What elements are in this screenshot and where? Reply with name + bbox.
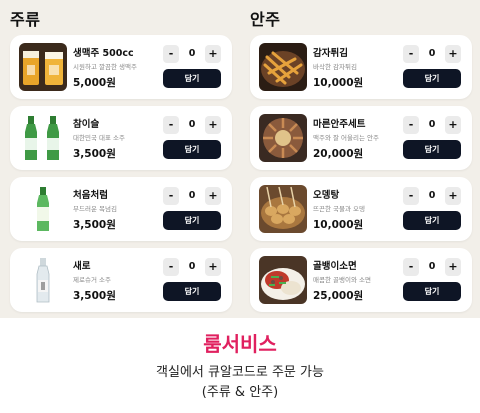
quantity-stepper: - 0 + [163, 45, 221, 63]
increase-button[interactable]: + [445, 45, 461, 63]
item-name: 생맥주 500cc [73, 48, 134, 59]
item-description: 바삭한 감자튀김 [313, 63, 357, 71]
quantity-value: 0 [188, 261, 196, 272]
quantity-value: 0 [428, 190, 436, 201]
item-price: 20,000원 [313, 148, 364, 160]
item-price: 10,000원 [313, 219, 364, 231]
menu-card: 마른안주세트 맥주와 잘 어울리는 안주 20,000원 - 0 + 담기 [250, 106, 472, 170]
qr-order-caption: 객실에서 큐알코드로 주문 가능 [156, 365, 324, 380]
item-description: 뜨끈한 국물과 오뎅 [313, 205, 365, 213]
menu-card: 처음처럼 부드러운 목넘김 3,500원 - 0 + 담기 [10, 177, 232, 241]
item-price: 5,000원 [73, 77, 116, 89]
category-caption: (주류 & 안주) [201, 385, 279, 400]
fishcake-soup-icon [259, 185, 307, 233]
item-name: 골뱅이소면 [313, 261, 357, 272]
add-to-cart-button[interactable]: 담기 [403, 69, 461, 88]
decrease-button[interactable]: - [403, 258, 419, 276]
item-description: 시원하고 깔끔한 생맥주 [73, 63, 137, 71]
add-to-cart-button[interactable]: 담기 [403, 140, 461, 159]
quantity-stepper: - 0 + [403, 258, 461, 276]
increase-button[interactable]: + [445, 187, 461, 205]
item-description: 매콤한 골뱅이와 소면 [313, 276, 371, 284]
item-description: 제로슈거 소주 [73, 276, 111, 284]
quantity-value: 0 [188, 48, 196, 59]
quantity-value: 0 [428, 119, 436, 130]
quantity-stepper: - 0 + [163, 187, 221, 205]
soju-bottle-icon [19, 114, 67, 162]
clear-bottle-icon [19, 256, 67, 304]
item-price: 3,500원 [73, 290, 116, 302]
menu-card: 생맥주 500cc 시원하고 깔끔한 생맥주 5,000원 - 0 + 담기 [10, 35, 232, 99]
room-service-title: 룸서비스 [203, 332, 277, 356]
quantity-value: 0 [428, 48, 436, 59]
add-to-cart-button[interactable]: 담기 [163, 211, 221, 230]
add-to-cart-button[interactable]: 담기 [163, 69, 221, 88]
menu-card: 골뱅이소면 매콤한 골뱅이와 소면 25,000원 - 0 + 담기 [250, 248, 472, 312]
quantity-value: 0 [188, 190, 196, 201]
item-price: 3,500원 [73, 148, 116, 160]
decrease-button[interactable]: - [403, 187, 419, 205]
add-to-cart-button[interactable]: 담기 [163, 282, 221, 301]
item-price: 3,500원 [73, 219, 116, 231]
item-price: 10,000원 [313, 77, 364, 89]
noodle-dish-icon [259, 256, 307, 304]
decrease-button[interactable]: - [163, 45, 179, 63]
quantity-stepper: - 0 + [403, 45, 461, 63]
quantity-stepper: - 0 + [163, 258, 221, 276]
snacks-section-title: 안주 [250, 10, 281, 29]
increase-button[interactable]: + [445, 258, 461, 276]
decrease-button[interactable]: - [163, 116, 179, 134]
item-name: 참이슬 [73, 119, 100, 130]
soju-bottle-icon [19, 185, 67, 233]
decrease-button[interactable]: - [163, 187, 179, 205]
increase-button[interactable]: + [205, 116, 221, 134]
quantity-value: 0 [188, 119, 196, 130]
increase-button[interactable]: + [445, 116, 461, 134]
item-name: 마른안주세트 [313, 119, 366, 130]
decrease-button[interactable]: - [403, 116, 419, 134]
item-price: 25,000원 [313, 290, 364, 302]
decrease-button[interactable]: - [403, 45, 419, 63]
menu-card: 새로 제로슈거 소주 3,500원 - 0 + 담기 [10, 248, 232, 312]
quantity-stepper: - 0 + [163, 116, 221, 134]
increase-button[interactable]: + [205, 187, 221, 205]
item-name: 감자튀김 [313, 48, 348, 59]
add-to-cart-button[interactable]: 담기 [403, 211, 461, 230]
menu-panel: 주류 생맥주 500cc 시원하고 깔끔한 생맥주 5,000원 - 0 + 담… [0, 0, 480, 318]
beer-glass-icon [19, 43, 67, 91]
add-to-cart-button[interactable]: 담기 [163, 140, 221, 159]
menu-card: 감자튀김 바삭한 감자튀김 10,000원 - 0 + 담기 [250, 35, 472, 99]
quantity-value: 0 [428, 261, 436, 272]
increase-button[interactable]: + [205, 45, 221, 63]
quantity-stepper: - 0 + [403, 116, 461, 134]
item-name: 새로 [73, 261, 91, 272]
item-name: 오뎅탕 [313, 190, 340, 201]
drinks-section-title: 주류 [10, 10, 41, 29]
fries-icon [259, 43, 307, 91]
menu-card: 오뎅탕 뜨끈한 국물과 오뎅 10,000원 - 0 + 담기 [250, 177, 472, 241]
dry-snack-icon [259, 114, 307, 162]
quantity-stepper: - 0 + [403, 187, 461, 205]
item-description: 부드러운 목넘김 [73, 205, 117, 213]
item-description: 대한민국 대표 소주 [73, 134, 125, 142]
item-name: 처음처럼 [73, 190, 108, 201]
menu-card: 참이슬 대한민국 대표 소주 3,500원 - 0 + 담기 [10, 106, 232, 170]
add-to-cart-button[interactable]: 담기 [403, 282, 461, 301]
item-description: 맥주와 잘 어울리는 안주 [313, 134, 379, 142]
decrease-button[interactable]: - [163, 258, 179, 276]
increase-button[interactable]: + [205, 258, 221, 276]
